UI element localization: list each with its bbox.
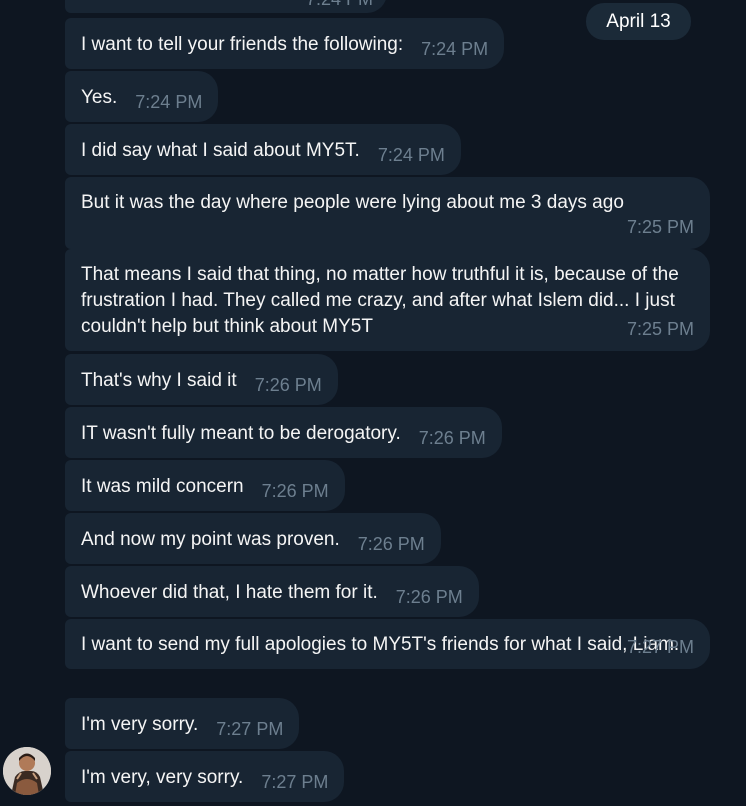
message-bubble[interactable]: But it was the day where people were lyi… [65,177,710,249]
message-text: I'm very, very sorry. [81,767,244,788]
message-time: 7:26 PM [254,375,322,395]
message-bubble[interactable]: IT wasn't fully meant to be derogatory. 7… [65,407,502,458]
message-bubble[interactable]: I want to tell your friends the followin… [65,18,505,69]
message-text: It was mild concern [81,476,244,497]
message-time: 7:25 PM [626,217,694,237]
message-time: 7:25 PM [626,319,694,339]
message-text: I'm very sorry. [81,714,199,735]
message-text: I did say what I said about MY5T. [81,140,360,161]
message-bubble[interactable]: Yes. 7:24 PM [65,71,219,122]
user-avatar-icon [3,747,51,795]
message-bubble-partial[interactable]: 7:24 PM [65,0,387,13]
message-text: IT wasn't fully meant to be derogatory. [81,423,401,444]
message-text: I want to tell your friends the followin… [81,34,404,55]
message-time: 7:24 PM [306,0,373,10]
message-time: 7:24 PM [421,39,489,59]
sender-avatar[interactable] [3,747,51,795]
message-bubble[interactable]: And now my point was proven. 7:26 PM [65,513,441,564]
message-text: That's why I said it [81,370,237,391]
message-text: Yes. [81,87,118,108]
message-text: Whoever did that, I hate them for it. [81,582,378,603]
message-bubble[interactable]: That's why I said it 7:26 PM [65,354,338,405]
message-bubble[interactable]: Whoever did that, I hate them for it. 7:2… [65,566,479,617]
message-bubble[interactable]: I'm very sorry. 7:27 PM [65,698,300,749]
message-text: And now my point was proven. [81,529,340,550]
date-separator: April 13 [586,3,691,40]
message-time: 7:27 PM [216,719,284,739]
message-bubble[interactable]: I want to send my full apologies to MY5T… [65,619,710,669]
message-bubble[interactable]: I'm very, very sorry. 7:27 PM [65,751,345,802]
message-bubble[interactable]: It was mild concern 7:26 PM [65,460,345,511]
message-bubble[interactable]: I did say what I said about MY5T. 7:24 PM [65,124,461,175]
chat-history[interactable]: 7:24 PM April 13 I want to tell your fri… [0,0,746,806]
message-text: But it was the day where people were lyi… [81,192,624,213]
message-time: 7:26 PM [357,534,425,554]
message-time: 7:26 PM [261,481,329,501]
message-time: 7:27 PM [261,772,329,792]
message-time: 7:27 PM [626,637,694,657]
message-time: 7:26 PM [395,587,463,607]
message-time: 7:24 PM [135,92,203,112]
message-time: 7:26 PM [418,428,486,448]
message-bubble[interactable]: That means I said that thing, no matter … [65,249,710,351]
message-time: 7:24 PM [377,145,445,165]
